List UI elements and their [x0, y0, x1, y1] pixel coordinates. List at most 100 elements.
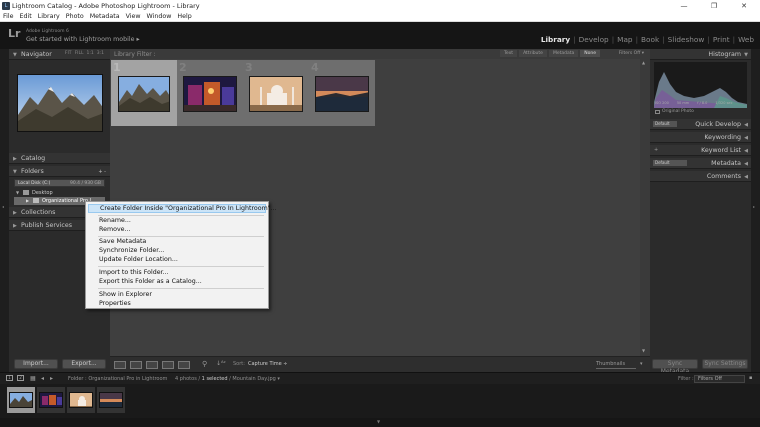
- back-arrow-icon[interactable]: ◂: [41, 375, 44, 382]
- page-1-button[interactable]: 1: [6, 375, 13, 381]
- menu-file[interactable]: File: [3, 12, 14, 22]
- filmstrip-thumbnail[interactable]: [97, 387, 125, 413]
- photo-thumbnail-night-street[interactable]: [183, 76, 237, 112]
- metadata-header[interactable]: Default Metadata ◀: [650, 158, 751, 169]
- grid-scrollbar[interactable]: ▲ ▼: [640, 59, 650, 356]
- folders-add-remove[interactable]: + -: [98, 169, 106, 175]
- zoom-3-1[interactable]: 3:1: [97, 51, 104, 56]
- people-view-icon[interactable]: [178, 361, 190, 369]
- grid-cell[interactable]: 2: [177, 60, 243, 126]
- photo-thumbnail-mountain[interactable]: [118, 76, 170, 112]
- import-button[interactable]: Import...: [14, 359, 58, 369]
- add-keyword-icon[interactable]: +: [654, 147, 658, 153]
- filmstrip-thumbnail[interactable]: [67, 387, 95, 413]
- compare-view-icon[interactable]: [146, 361, 158, 369]
- navigator-header[interactable]: ▼ Navigator FIT FILL 1:1 3:1: [9, 49, 110, 60]
- filmstrip-filter-switch-icon[interactable]: ▪: [749, 375, 752, 381]
- volume-bar[interactable]: Local Disk (C:) 90.4 / 930 GB: [14, 179, 105, 187]
- filmstrip[interactable]: [0, 384, 760, 418]
- menu-show-in-explorer[interactable]: Show in Explorer: [99, 291, 152, 298]
- zoom-1-1[interactable]: 1:1: [87, 51, 94, 56]
- module-separator: |: [573, 35, 576, 44]
- module-map[interactable]: Map: [617, 35, 632, 44]
- filmstrip-thumbnail[interactable]: [7, 387, 35, 413]
- menu-photo[interactable]: Photo: [66, 12, 84, 22]
- filmstrip-toggle[interactable]: ▼: [0, 418, 760, 427]
- grid-cell[interactable]: 4: [309, 60, 375, 126]
- quick-develop-preset[interactable]: Default: [653, 121, 677, 127]
- zoom-fit[interactable]: FIT: [65, 51, 72, 56]
- filter-none[interactable]: None: [580, 50, 600, 57]
- thumbnail-size-slider[interactable]: [596, 368, 636, 369]
- filmstrip-filter-dropdown[interactable]: Filters Off: [694, 375, 745, 383]
- quick-develop-header[interactable]: Default Quick Develop ◀: [650, 119, 751, 130]
- filmstrip-source-info[interactable]: Folder : Organizational Pro in Lightroom…: [68, 376, 280, 382]
- folders-header[interactable]: ▼ Folders + -: [9, 166, 110, 177]
- module-slideshow[interactable]: Slideshow: [668, 35, 705, 44]
- menu-window[interactable]: Window: [147, 12, 172, 22]
- module-print[interactable]: Print: [713, 35, 730, 44]
- keyword-list-header[interactable]: + Keyword List ◀: [650, 145, 751, 156]
- toolbar-menu-icon[interactable]: ▾: [640, 361, 643, 367]
- sync-metadata-button[interactable]: Sync Metadata: [652, 359, 698, 375]
- photo-thumbnail-sunset[interactable]: [315, 76, 369, 112]
- menu-help[interactable]: Help: [177, 12, 191, 22]
- scroll-up-icon[interactable]: ▲: [642, 60, 645, 65]
- grid-view-icon[interactable]: [114, 361, 126, 369]
- menu-create-folder-inside[interactable]: Create Folder Inside "Organizational Pro…: [88, 204, 277, 213]
- menu-export-folder-as-catalog[interactable]: Export this Folder as a Catalog...: [99, 278, 202, 285]
- keywording-header[interactable]: Keywording ◀: [650, 132, 751, 143]
- maximize-button[interactable]: ❐: [699, 0, 729, 12]
- close-button[interactable]: ✕: [729, 0, 759, 12]
- module-web[interactable]: Web: [738, 35, 754, 44]
- histogram-header[interactable]: Histogram ▼: [650, 49, 751, 60]
- export-button[interactable]: Export...: [62, 359, 106, 369]
- zoom-fill[interactable]: FILL: [75, 51, 84, 56]
- scroll-down-icon[interactable]: ▼: [642, 348, 645, 353]
- module-book[interactable]: Book: [641, 35, 659, 44]
- menu-synchronize-folder[interactable]: Synchronize Folder...: [99, 247, 164, 254]
- module-library[interactable]: Library: [541, 35, 570, 44]
- comments-header[interactable]: Comments ◀: [650, 171, 751, 182]
- catalog-header[interactable]: ▶ Catalog: [9, 153, 110, 164]
- menu-rename[interactable]: Rename...: [99, 217, 131, 224]
- menu-save-metadata[interactable]: Save Metadata: [99, 238, 146, 245]
- filter-text[interactable]: Text: [499, 50, 518, 57]
- filter-attribute[interactable]: Attribute: [519, 50, 547, 57]
- filter-preset-dropdown[interactable]: Filters Off ▾: [619, 51, 644, 56]
- survey-view-icon[interactable]: [162, 361, 174, 369]
- grid-cell[interactable]: 1: [111, 60, 177, 126]
- photo-thumbnail-taj-mahal[interactable]: [249, 76, 303, 112]
- menu-edit[interactable]: Edit: [20, 12, 32, 22]
- menu-update-folder-location[interactable]: Update Folder Location...: [99, 256, 178, 263]
- grid-cell[interactable]: 3: [243, 60, 309, 126]
- menu-import-to-folder[interactable]: Import to this Folder...: [99, 269, 169, 276]
- minimize-button[interactable]: —: [669, 0, 699, 12]
- grid-icon[interactable]: ▦: [30, 375, 36, 382]
- module-develop[interactable]: Develop: [579, 35, 609, 44]
- navigator-preview-image[interactable]: [17, 74, 103, 132]
- mobile-promo-link[interactable]: Get started with Lightroom mobile ▸: [26, 36, 140, 43]
- menu-metadata[interactable]: Metadata: [90, 12, 120, 22]
- folder-desktop[interactable]: ▼ Desktop: [14, 189, 105, 197]
- menu-view[interactable]: View: [126, 12, 141, 22]
- sort-direction-icon[interactable]: ↓ᴬᶻ: [216, 360, 226, 367]
- menu-library[interactable]: Library: [38, 12, 60, 22]
- right-panel-toggle[interactable]: ▸: [751, 49, 760, 372]
- forward-arrow-icon[interactable]: ▸: [50, 375, 53, 382]
- metadata-preset[interactable]: Default: [653, 160, 687, 166]
- menu-remove[interactable]: Remove...: [99, 226, 131, 233]
- folder-icon: [33, 198, 39, 203]
- module-separator: |: [635, 35, 639, 44]
- original-photo-checkbox[interactable]: [655, 110, 660, 114]
- filter-metadata[interactable]: Metadata: [548, 50, 579, 57]
- painter-icon[interactable]: ⚲: [202, 360, 207, 368]
- loupe-view-icon[interactable]: [130, 361, 142, 369]
- menu-properties[interactable]: Properties: [99, 300, 131, 307]
- sync-settings-button[interactable]: Sync Settings: [702, 359, 748, 369]
- sort-dropdown[interactable]: Capture Time ÷: [248, 361, 288, 367]
- page-2-button[interactable]: 2: [17, 375, 24, 381]
- left-panel-toggle[interactable]: ◂: [0, 49, 9, 372]
- filmstrip-thumbnail[interactable]: [37, 387, 65, 413]
- histogram-graph[interactable]: ISO 200 50 mm f / 8.0 1/320 sec: [654, 62, 747, 108]
